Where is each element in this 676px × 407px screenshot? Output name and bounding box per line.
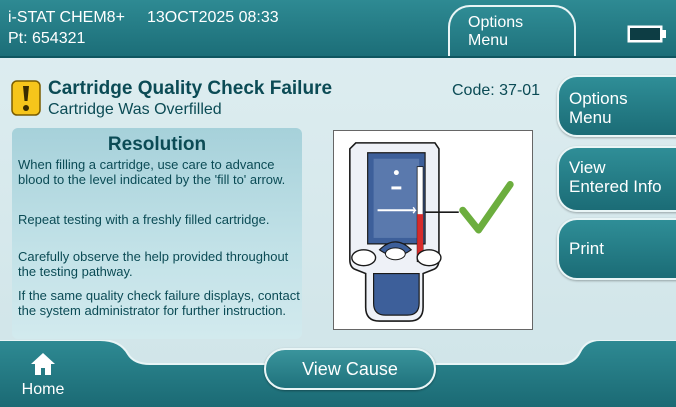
status-header: i-STAT CHEM8+ 13OCT2025 08:33 Pt: 654321… <box>0 0 676 58</box>
home-button[interactable]: Home <box>14 350 78 402</box>
cartridge-fill-illustration <box>333 130 533 330</box>
view-cause-button[interactable]: View Cause <box>264 348 436 390</box>
date-time: 13OCT2025 08:33 <box>147 9 279 26</box>
error-code: Code: 37-01 <box>452 82 541 99</box>
options-menu-button[interactable]: Options Menu <box>557 75 676 137</box>
header-options-menu-tab[interactable]: Options Menu <box>448 5 576 56</box>
view-entered-info-label: View Entered Info <box>569 158 662 196</box>
resolution-step: Carefully observe the help provided thro… <box>18 249 289 279</box>
patient-id: Pt: 654321 <box>8 30 86 47</box>
header-options-menu-label: Options Menu <box>468 14 524 49</box>
home-icon <box>31 353 55 375</box>
alert-title: Cartridge Quality Check Failure <box>48 78 333 99</box>
print-button[interactable]: Print <box>557 218 676 280</box>
view-entered-info-button[interactable]: View Entered Info <box>557 146 676 212</box>
istat-screen: i-STAT CHEM8+ 13OCT2025 08:33 Pt: 654321… <box>0 0 676 407</box>
warning-exclamation-icon <box>11 80 41 116</box>
resolution-step: Repeat testing with a freshly filled car… <box>18 212 270 227</box>
resolution-heading: Resolution <box>107 134 207 155</box>
resolution-panel: Resolution When filling a cartridge, use… <box>12 128 302 339</box>
print-label: Print <box>569 239 604 258</box>
device-name: i-STAT CHEM8+ <box>8 9 125 26</box>
resolution-step: If the same quality check failure displa… <box>18 288 300 318</box>
alert-subtitle: Cartridge Was Overfilled <box>48 101 222 118</box>
battery-icon <box>627 25 666 43</box>
options-menu-label: Options Menu <box>569 89 628 127</box>
resolution-step: When filling a cartridge, use care to ad… <box>18 157 286 187</box>
home-label: Home <box>21 381 65 398</box>
